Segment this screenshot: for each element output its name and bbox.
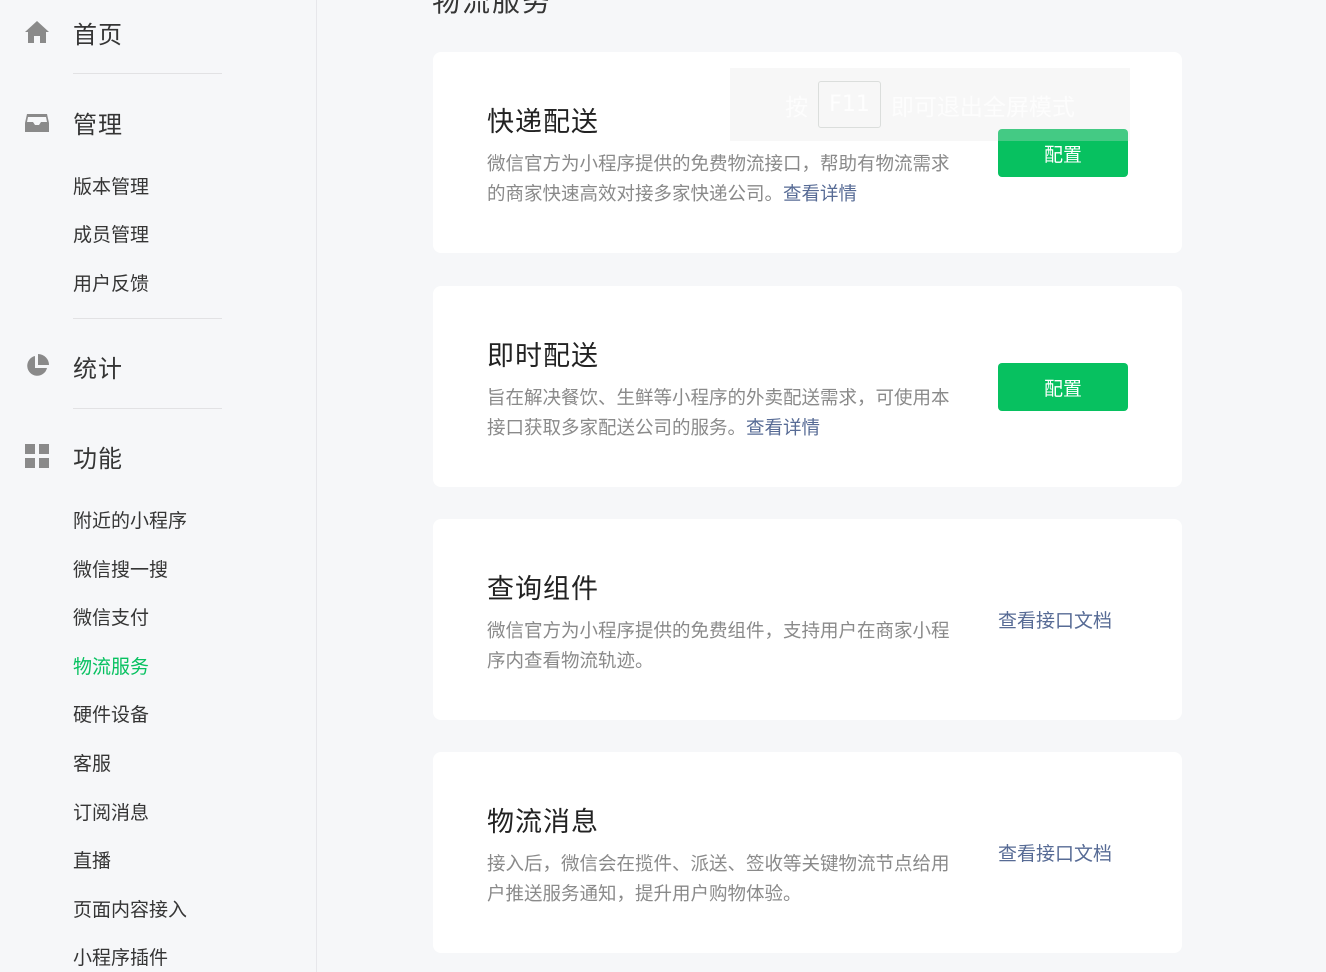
sidebar-category-label: 首页 [73, 20, 123, 49]
divider [73, 73, 222, 74]
sidebar-item-hardware[interactable]: 硬件设备 [73, 703, 149, 727]
sidebar-item-page-content[interactable]: 页面内容接入 [73, 898, 187, 922]
sidebar: 首页 管理 版本管理 成员管理 用户反馈 统计 功能 附近的小程序 微信搜一搜 … [0, 0, 317, 972]
divider [73, 408, 222, 409]
page-title: 物流服务 [432, 0, 553, 18]
sidebar-category-label: 功能 [73, 444, 123, 473]
sidebar-item-nearby-miniprogram[interactable]: 附近的小程序 [73, 509, 187, 533]
divider [73, 318, 222, 319]
card-description: 微信官方为小程序提供的免费组件，支持用户在商家小程序内查看物流轨迹。 [487, 621, 950, 672]
sidebar-item-wechat-search[interactable]: 微信搜一搜 [73, 558, 168, 582]
card-title: 即时配送 [487, 341, 599, 372]
sidebar-category-label: 管理 [73, 110, 123, 139]
sidebar-item-plugins[interactable]: 小程序插件 [73, 946, 168, 970]
sidebar-item-wechat-pay[interactable]: 微信支付 [73, 606, 149, 630]
card-express-delivery: 快递配送 微信官方为小程序提供的免费物流接口，帮助有物流需求的商家快速高效对接多… [433, 52, 1182, 253]
card-description: 微信官方为小程序提供的免费物流接口，帮助有物流需求的商家快速高效对接多家快递公司… [487, 154, 950, 205]
card-description: 旨在解决餐饮、生鲜等小程序的外卖配送需求，可使用本接口获取多家配送公司的服务。查… [487, 388, 950, 439]
configure-button[interactable]: 配置 [998, 363, 1128, 411]
sidebar-item-customer-service[interactable]: 客服 [73, 752, 111, 776]
sidebar-item-subscription-messages[interactable]: 订阅消息 [73, 801, 149, 825]
view-api-docs-link[interactable]: 查看接口文档 [998, 839, 1112, 866]
card-instant-delivery: 即时配送 旨在解决餐饮、生鲜等小程序的外卖配送需求，可使用本接口获取多家配送公司… [433, 286, 1182, 487]
card-description: 接入后，微信会在揽件、派送、签收等关键物流节点给用户推送服务通知，提升用户购物体… [487, 854, 950, 905]
sidebar-category-manage[interactable]: 管理 [0, 100, 317, 144]
sidebar-item-member-management[interactable]: 成员管理 [73, 223, 149, 247]
sidebar-category-home[interactable]: 首页 [0, 10, 317, 54]
view-details-link[interactable]: 查看详情 [746, 418, 820, 439]
view-details-link[interactable]: 查看详情 [783, 184, 857, 205]
sidebar-category-features[interactable]: 功能 [0, 434, 317, 478]
sidebar-item-live[interactable]: 直播 [73, 849, 111, 873]
inbox-icon [24, 109, 50, 135]
card-title: 快递配送 [487, 107, 599, 138]
pie-chart-icon [24, 353, 50, 379]
card-logistics-messages: 物流消息 接入后，微信会在揽件、派送、签收等关键物流节点给用户推送服务通知，提升… [433, 752, 1182, 953]
sidebar-item-version-management[interactable]: 版本管理 [73, 175, 149, 199]
sidebar-item-user-feedback[interactable]: 用户反馈 [73, 272, 149, 296]
home-icon [24, 19, 50, 45]
sidebar-item-logistics[interactable]: 物流服务 [73, 655, 149, 679]
configure-button[interactable]: 配置 [998, 129, 1128, 177]
card-title: 物流消息 [487, 807, 599, 838]
sidebar-category-statistics[interactable]: 统计 [0, 344, 317, 388]
card-query-component: 查询组件 微信官方为小程序提供的免费组件，支持用户在商家小程序内查看物流轨迹。 … [433, 519, 1182, 720]
grid-icon [24, 443, 50, 469]
card-title: 查询组件 [487, 574, 599, 605]
view-api-docs-link[interactable]: 查看接口文档 [998, 606, 1112, 633]
sidebar-category-label: 统计 [73, 354, 123, 383]
